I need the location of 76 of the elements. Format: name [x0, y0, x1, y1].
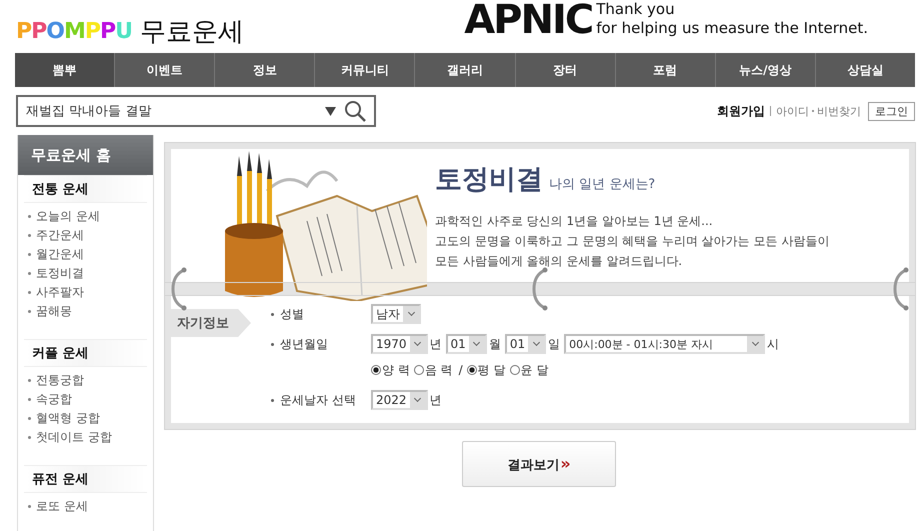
sidebar-item[interactable]: 토정비결 [36, 265, 84, 282]
submit-button[interactable]: 결과보기» [462, 441, 616, 487]
bullet-icon [28, 398, 31, 401]
time-select[interactable]: 00시:00분 - 01시:30분 자시 [564, 334, 766, 354]
nav-tab[interactable]: 커뮤니티 [314, 53, 414, 87]
description-text: 과학적인 사주로 당신의 1년을 알아보는 1년 운세... [435, 213, 714, 230]
bullet-icon [28, 291, 31, 294]
site-logo[interactable]: PPOMPPU [16, 19, 132, 44]
nav-tab[interactable]: 포럼 [614, 53, 715, 87]
bullet-icon [28, 215, 31, 218]
separator-text: / [458, 363, 463, 377]
bullet-icon [28, 417, 31, 420]
day-select[interactable]: 01 [504, 334, 546, 354]
sidebar-item[interactable]: 혈액형 궁합 [36, 410, 100, 427]
description-text: 모든 사람들에게 올해의 운세를 알려드립니다. [435, 253, 684, 270]
site-title: 무료운세 [140, 16, 244, 49]
bullet-icon [28, 234, 31, 237]
signup-link[interactable]: 회원가입 [717, 102, 765, 120]
sidebar-item[interactable]: 속궁합 [36, 391, 72, 408]
nav-tab[interactable]: 정보 [214, 53, 314, 87]
bullet-icon [28, 505, 31, 508]
sidebar-item[interactable]: 첫데이트 궁합 [36, 429, 112, 446]
bullet-icon [28, 253, 31, 256]
nav-tab[interactable]: 상담실 [814, 53, 915, 87]
bullet-icon [28, 436, 31, 439]
ring-icon [171, 267, 187, 311]
bullet-icon [28, 272, 31, 275]
nav-tab[interactable]: 이벤트 [114, 53, 214, 87]
sidebar-section-title: 전통 운세 [24, 175, 147, 203]
sidebar-item[interactable]: 사주팔자 [36, 284, 84, 301]
ad-brand[interactable]: APNIC [464, 0, 592, 40]
month-type-radio[interactable]: 평 달 [466, 362, 506, 378]
unit-label: 년 [430, 392, 442, 408]
login-button[interactable]: 로그인 [868, 102, 915, 120]
search-field[interactable]: 재벌집 막내아들 결말 [16, 95, 376, 127]
ad-text[interactable]: for helping us measure the Internet. [596, 19, 868, 38]
sidebar-item[interactable]: 오늘의 운세 [36, 208, 100, 225]
nav-tab[interactable]: 뉴스/영상 [714, 53, 815, 87]
year-select[interactable]: 1970 [371, 334, 428, 354]
month-select[interactable]: 01 [446, 334, 487, 354]
calendar-radio[interactable]: 음 력 [414, 362, 453, 378]
sidebar-item[interactable]: 월간운세 [36, 246, 84, 263]
nav-tab[interactable]: 뽐뿌 [15, 53, 114, 87]
search-icon[interactable] [344, 100, 366, 122]
caret-icon[interactable] [325, 106, 336, 116]
unit-label: 시 [767, 336, 780, 352]
sidebar-item[interactable]: 로또 운세 [36, 498, 88, 515]
target-year-select[interactable]: 2022 [371, 390, 428, 410]
page-subtitle: 나의 일년 운세는? [549, 176, 656, 193]
sidebar-item[interactable]: 전통궁합 [36, 372, 84, 389]
sidebar-item[interactable]: 꿈해몽 [36, 303, 72, 320]
nav-tab[interactable]: 장터 [514, 53, 615, 87]
bullet-icon [28, 310, 31, 313]
calendar-radio[interactable]: 양 력 [371, 362, 410, 378]
page-title: 토정비결 [435, 163, 543, 197]
ring-icon [532, 267, 548, 311]
find-id-link[interactable]: 아이디 [776, 104, 809, 118]
field-label: 생년월일 [271, 336, 369, 352]
unit-label: 년 [430, 336, 442, 352]
description-text: 고도의 문명을 이룩하고 그 문명의 혜택을 누리며 살아가는 모든 사람들이 [435, 233, 830, 250]
field-label: 성별 [271, 306, 369, 322]
unit-label: 일 [548, 336, 560, 352]
unit-label: 월 [488, 336, 501, 352]
field-label: 운세날자 선택 [271, 392, 369, 408]
find-password-link[interactable]: 비번찾기 [812, 104, 861, 118]
ring-icon [893, 267, 909, 311]
ad-text[interactable]: Thank you [596, 0, 868, 19]
gender-select[interactable]: 남자 [371, 304, 421, 324]
nav-tab[interactable]: 갤러리 [414, 53, 515, 87]
bullet-icon [28, 379, 31, 382]
month-type-radio[interactable]: 윤 달 [510, 362, 548, 378]
search-text: 재벌집 막내아들 결말 [26, 103, 152, 120]
sidebar-section-title: 퓨전 운세 [24, 465, 147, 493]
sidebar-item[interactable]: 주간운세 [36, 227, 84, 244]
sidebar-section-title: 커플 운세 [24, 339, 147, 367]
sidebar-home-link[interactable]: 무료운세 홈 [18, 135, 153, 175]
